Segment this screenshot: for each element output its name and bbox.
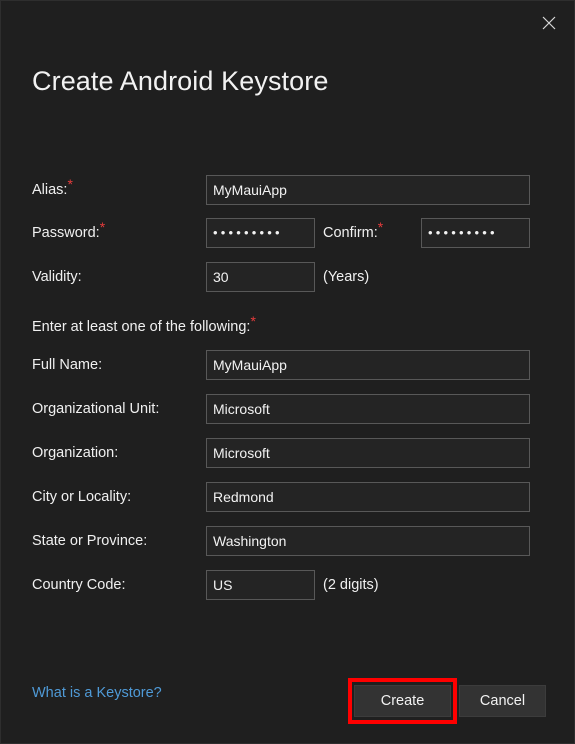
confirm-password-input[interactable]: ••••••••• (421, 218, 530, 248)
dialog-titlebar (1, 1, 574, 45)
required-asterisk: * (377, 219, 384, 236)
organizational-unit-label: Organizational Unit: (32, 401, 160, 417)
validity-label: Validity: (32, 269, 82, 285)
page-title: Create Android Keystore (32, 66, 329, 96)
city-input[interactable] (206, 482, 530, 512)
required-asterisk: * (99, 219, 106, 236)
confirm-label: Confirm:* (323, 219, 384, 241)
city-label: City or Locality: (32, 489, 132, 505)
required-asterisk: * (250, 313, 256, 330)
validity-input[interactable] (206, 262, 315, 292)
form-row-state: State or Province: (1, 526, 574, 556)
form-row-organizational-unit: Organizational Unit: (1, 394, 574, 424)
form-row-city: City or Locality: (1, 482, 574, 512)
organization-input[interactable] (206, 438, 530, 468)
alias-label: Alias:* (32, 176, 73, 198)
validity-units-label: (Years) (323, 269, 370, 285)
full-name-input[interactable] (206, 350, 530, 380)
create-android-keystore-dialog: Create Android Keystore Alias:* Password… (0, 0, 575, 744)
country-code-input[interactable] (206, 570, 315, 600)
form-row-password: Password:* ••••••••• Confirm:* ••••••••• (1, 218, 574, 248)
required-asterisk: * (67, 176, 73, 193)
full-name-label: Full Name: (32, 357, 103, 373)
form-row-organization: Organization: (1, 438, 574, 468)
form-row-validity: Validity: (Years) (1, 262, 574, 292)
form-row-alias: Alias:* (1, 175, 574, 205)
close-icon[interactable] (534, 9, 564, 37)
password-label: Password:* (32, 219, 106, 241)
what-is-a-keystore-link[interactable]: What is a Keystore? (32, 685, 162, 701)
password-input[interactable]: ••••••••• (206, 218, 315, 248)
section-note: Enter at least one of the following:* (32, 313, 256, 335)
state-label: State or Province: (32, 533, 148, 549)
alias-input[interactable] (206, 175, 530, 205)
form-row-full-name: Full Name: (1, 350, 574, 380)
organizational-unit-input[interactable] (206, 394, 530, 424)
form-row-country-code: Country Code: (2 digits) (1, 570, 574, 600)
state-input[interactable] (206, 526, 530, 556)
cancel-button[interactable]: Cancel (459, 685, 546, 717)
country-code-hint-label: (2 digits) (323, 577, 379, 593)
country-code-label: Country Code: (32, 577, 126, 593)
create-button[interactable]: Create (354, 685, 451, 717)
organization-label: Organization: (32, 445, 119, 461)
